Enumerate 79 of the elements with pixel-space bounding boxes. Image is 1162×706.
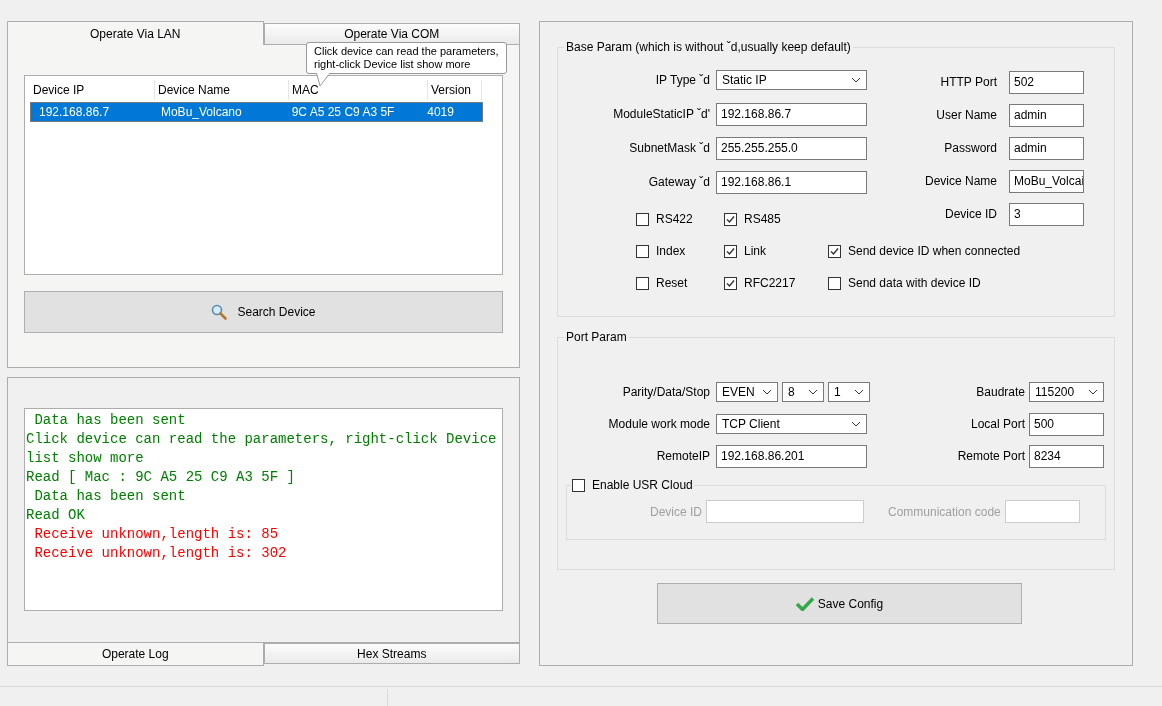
field-label: User Name [936,108,997,122]
field-label: HTTP Port [940,75,997,89]
checkbox[interactable]: RS422 [636,212,724,226]
input-field[interactable]: 255.255.255.0 [716,136,867,160]
input-field[interactable]: admin [1009,136,1084,160]
field-label: Password [944,141,997,155]
search-icon [211,304,228,320]
checkbox[interactable]: Reset [636,276,724,290]
save-config-button[interactable]: Save Config [657,583,1022,624]
chevron-icon [1088,389,1098,395]
checkmark-icon [829,245,840,257]
field-label: IP Type ˇd [654,73,710,87]
field-label: Parity/Data/Stop [621,385,710,399]
checkbox[interactable]: Send device ID when connected [828,244,1021,258]
device-row[interactable]: 192.168.86.7 MoBu_Volcano 9C A5 25 C9 A3 5F 4019 [30,102,483,122]
field-label: Communication code [888,504,1001,519]
dropdown[interactable]: EVEN [716,382,778,402]
tab[interactable]: Operate Via LAN [7,21,264,45]
input-field[interactable]: 3 [1009,202,1084,226]
chevron-icon [808,389,818,395]
dropdown[interactable]: Static IP [716,70,867,90]
chevron-icon [854,389,864,395]
input-field[interactable]: MoBu_Volcai [1009,169,1084,193]
log-line: Receive unknown,length is: 85 [33,525,280,544]
checkbox[interactable]: Index [636,244,724,258]
checkbox[interactable]: Link [724,244,828,258]
input-field[interactable]: 192.168.86.7 [716,102,867,126]
field-label: SubnetMask ˇd [628,141,710,155]
log-line: Read OK [26,506,86,525]
dropdown[interactable]: TCP Client [716,414,867,434]
table-cell-text: 9C A5 25 C9 A3 5F [290,105,396,119]
input-field[interactable]: 502 [1009,70,1084,94]
field-label: Device Name [924,174,997,188]
input-field[interactable]: 192.168.86.1 [716,170,867,194]
table-cell-text: 4019 [426,105,455,119]
field-label: Local Port [970,417,1025,431]
field-label: Device ID [945,207,997,221]
log-line: Data has been sent [33,487,187,506]
column-header[interactable]: Device IP [30,80,155,100]
field-label: Device ID [650,504,702,519]
input-field[interactable]: 192.168.86.201 [716,444,867,468]
input-field[interactable]: 500 [1029,412,1104,436]
input-field[interactable]: admin [1009,103,1084,127]
checkmark-icon [725,277,736,289]
field-label: Gateway ˇd [647,175,710,189]
column-header[interactable]: MAC [289,80,428,100]
chevron-icon [851,421,861,427]
log-line: Data has been sent [33,411,187,430]
column-header[interactable]: Device Name [155,80,289,100]
tooltip: Click device can read the parameters, right-click Device list show more [306,42,507,74]
table-cell-text: MoBu_Volcano [159,105,243,119]
field-label: Module work mode [607,417,710,431]
column-header[interactable]: Version [428,80,482,100]
field-label: ModuleStaticIP ˇd' [612,107,710,121]
checkbox[interactable]: Send data with device ID [828,276,981,290]
group-title: Base Param (which is without ˇd,usually keep default) [565,40,852,54]
chevron-icon [851,77,861,83]
checkmark-icon [725,213,736,225]
tab[interactable]: Operate Via COM [263,23,520,45]
log-line: Read [ Mac : 9C A5 25 C9 A3 5F ] [26,468,296,487]
checkmark-icon [795,596,814,611]
checkbox[interactable]: RS485 [724,212,828,226]
log-line: Receive unknown,length is: 302 [33,544,288,563]
tab[interactable]: Operate Log [7,643,264,666]
group-title: Port Param [565,330,628,344]
dropdown[interactable]: 8 [782,382,824,402]
chevron-icon [762,389,772,395]
input-field[interactable]: 8234 [1029,444,1104,468]
field-label: RemoteIP [655,449,710,463]
field-label: Baudrate [976,385,1025,399]
checkmark-icon [725,245,736,257]
search-device-button[interactable]: Search Device [24,291,503,333]
checkbox[interactable]: RFC2217 [724,276,828,290]
dropdown[interactable]: 115200 [1029,382,1104,402]
tab[interactable]: Hex Streams [263,643,520,664]
log-line: Click device can read the parameters, right-click Device list show more [26,430,498,468]
dropdown[interactable]: 1 [828,382,870,402]
field-label: Remote Port [957,449,1025,463]
table-cell-text: 192.168.86.7 [38,105,111,119]
